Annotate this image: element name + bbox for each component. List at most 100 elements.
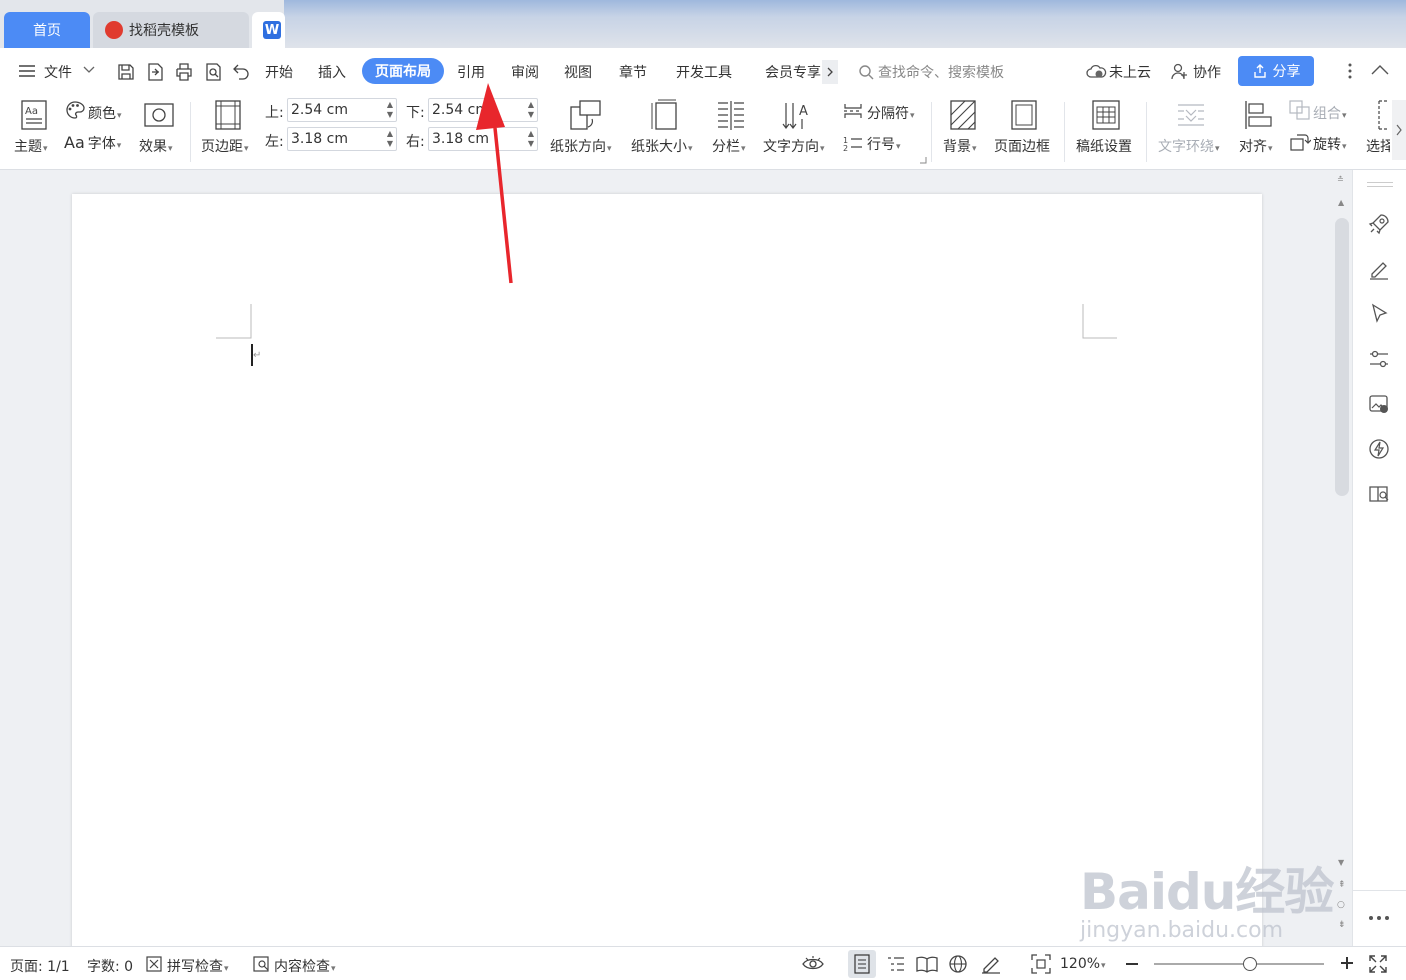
font-button[interactable]: Aa 字体▾ <box>64 133 121 153</box>
spell-check-button[interactable]: 拼写检查▾ <box>167 956 229 976</box>
ribbon-scroll-right-icon[interactable] <box>1392 100 1406 160</box>
pen-icon[interactable] <box>1367 257 1391 281</box>
select-browse-object-icon[interactable]: ○ <box>1337 900 1345 910</box>
columns-icon[interactable] <box>716 100 746 130</box>
menu-view[interactable]: 视图 <box>564 62 592 82</box>
columns-button[interactable]: 分栏▾ <box>712 136 746 156</box>
margin-bottom-input[interactable]: 2.54 cm ▲ ▼ <box>428 98 538 122</box>
spinner-arrows-icon[interactable]: ▲ ▼ <box>387 100 393 120</box>
orientation-button[interactable]: 纸张方向▾ <box>550 136 612 156</box>
color-button[interactable]: 颜色▾ <box>88 103 122 123</box>
export-pdf-icon[interactable] <box>145 62 165 82</box>
margin-left-input[interactable]: 3.18 cm ▲ ▼ <box>287 127 397 151</box>
rocket-icon[interactable] <box>1367 212 1391 236</box>
more-vertical-icon[interactable] <box>1346 62 1354 80</box>
save-icon[interactable] <box>116 62 136 82</box>
hamburger-icon[interactable] <box>18 63 36 79</box>
share-button[interactable]: 分享 <box>1238 56 1314 86</box>
menu-file[interactable]: 文件 <box>44 62 72 82</box>
chevron-down-icon[interactable] <box>82 65 96 75</box>
line-numbers-button[interactable]: 行号▾ <box>867 134 901 154</box>
collaborate-button[interactable]: 协作 <box>1193 62 1221 82</box>
web-view-icon[interactable] <box>948 954 968 974</box>
lightning-icon[interactable] <box>1367 437 1391 461</box>
word-count[interactable]: 字数: 0 <box>87 956 133 976</box>
write-mode-icon[interactable] <box>980 954 1002 974</box>
background-button[interactable]: 背景▾ <box>943 136 977 156</box>
menu-references[interactable]: 引用 <box>457 62 485 82</box>
page-view-button[interactable] <box>848 950 876 978</box>
scroll-down-icon[interactable]: ▼ <box>1338 858 1344 867</box>
outline-view-icon[interactable] <box>886 955 906 973</box>
breaks-button[interactable]: 分隔符▾ <box>867 103 915 123</box>
cursor-select-icon[interactable] <box>1367 302 1391 326</box>
dialog-launcher-icon[interactable] <box>919 156 927 164</box>
image-tools-icon[interactable] <box>1367 392 1391 416</box>
rotate-button[interactable]: 旋转▾ <box>1313 134 1347 154</box>
menu-section[interactable]: 章节 <box>619 62 647 82</box>
menu-page-layout[interactable]: 页面布局 <box>362 58 444 84</box>
orientation-icon[interactable] <box>568 99 602 131</box>
eye-protection-icon[interactable] <box>802 955 824 973</box>
effect-button[interactable]: 效果▾ <box>139 136 173 156</box>
tab-home[interactable]: 首页 <box>4 12 90 48</box>
print-preview-icon[interactable] <box>203 62 223 82</box>
collapse-ribbon-icon[interactable] <box>1370 64 1390 76</box>
scrollbar-thumb[interactable] <box>1335 218 1349 496</box>
spinner-arrows-icon[interactable]: ▲ ▼ <box>387 129 393 149</box>
page-indicator[interactable]: 页面: 1/1 <box>10 956 70 976</box>
page-border-icon[interactable] <box>1011 100 1037 130</box>
undo-icon[interactable] <box>232 62 250 82</box>
command-search-input[interactable]: 查找命令、搜索模板 <box>878 62 1004 82</box>
menu-review[interactable]: 审阅 <box>511 62 539 82</box>
zoom-in-icon[interactable] <box>1340 956 1354 970</box>
cloud-icon[interactable] <box>1085 63 1107 79</box>
tab-template-store[interactable]: 找稻壳模板 <box>93 12 249 48</box>
paper-size-button[interactable]: 纸张大小▾ <box>631 136 693 156</box>
spinner-arrows-icon[interactable]: ▲ ▼ <box>528 129 534 149</box>
scroll-top-icon[interactable]: ≛ <box>1337 176 1344 184</box>
effect-icon[interactable] <box>144 102 174 128</box>
theme-icon[interactable]: Aa <box>20 100 48 130</box>
sliders-icon[interactable] <box>1367 347 1391 371</box>
next-page-icon[interactable]: ⇟ <box>1338 920 1346 930</box>
margin-right-input[interactable]: 3.18 cm ▲ ▼ <box>428 127 538 151</box>
manuscript-button[interactable]: 稿纸设置 <box>1076 136 1132 156</box>
fit-page-icon[interactable] <box>1031 954 1051 974</box>
scroll-up-icon[interactable]: ▲ <box>1338 198 1344 207</box>
menu-member[interactable]: 会员专享 <box>765 62 821 82</box>
fullscreen-icon[interactable] <box>1369 955 1387 973</box>
more-horizontal-icon[interactable] <box>1367 912 1391 924</box>
theme-button[interactable]: 主题▾ <box>14 136 48 156</box>
zoom-slider-handle[interactable] <box>1243 957 1257 971</box>
menu-developer[interactable]: 开发工具 <box>676 62 732 82</box>
text-direction-button[interactable]: 文字方向▾ <box>763 136 825 156</box>
reading-view-icon[interactable] <box>916 955 938 973</box>
collaborate-icon[interactable] <box>1170 63 1188 81</box>
page-border-button[interactable]: 页面边框 <box>994 136 1050 156</box>
select-button[interactable]: 选择 <box>1366 136 1390 156</box>
content-check-button[interactable]: 内容检查▾ <box>274 956 336 976</box>
spinner-arrows-icon[interactable]: ▲ ▼ <box>528 100 534 120</box>
align-icon[interactable] <box>1244 100 1274 130</box>
menu-insert[interactable]: 插入 <box>318 62 346 82</box>
margins-button[interactable]: 页边距▾ <box>201 136 249 156</box>
margin-top-input[interactable]: 2.54 cm ▲ ▼ <box>287 98 397 122</box>
manuscript-icon[interactable] <box>1092 100 1120 130</box>
document-page[interactable]: ↵ <box>72 194 1262 954</box>
prev-page-icon[interactable]: ⇞ <box>1338 880 1346 890</box>
menu-scroll-right-icon[interactable] <box>822 60 838 84</box>
menu-start[interactable]: 开始 <box>265 62 293 82</box>
text-direction-icon[interactable]: A <box>782 99 812 131</box>
read-mode-icon[interactable] <box>1367 482 1391 506</box>
select-icon[interactable] <box>1378 100 1388 130</box>
background-icon[interactable] <box>950 100 976 130</box>
zoom-out-icon[interactable] <box>1126 963 1138 965</box>
paper-size-icon[interactable] <box>650 99 680 131</box>
print-icon[interactable] <box>174 62 194 82</box>
tab-document[interactable]: W <box>252 12 285 48</box>
cloud-status[interactable]: 未上云 <box>1109 62 1151 82</box>
align-button[interactable]: 对齐▾ <box>1239 136 1273 156</box>
margins-icon[interactable] <box>215 100 241 130</box>
zoom-slider[interactable] <box>1154 957 1324 971</box>
